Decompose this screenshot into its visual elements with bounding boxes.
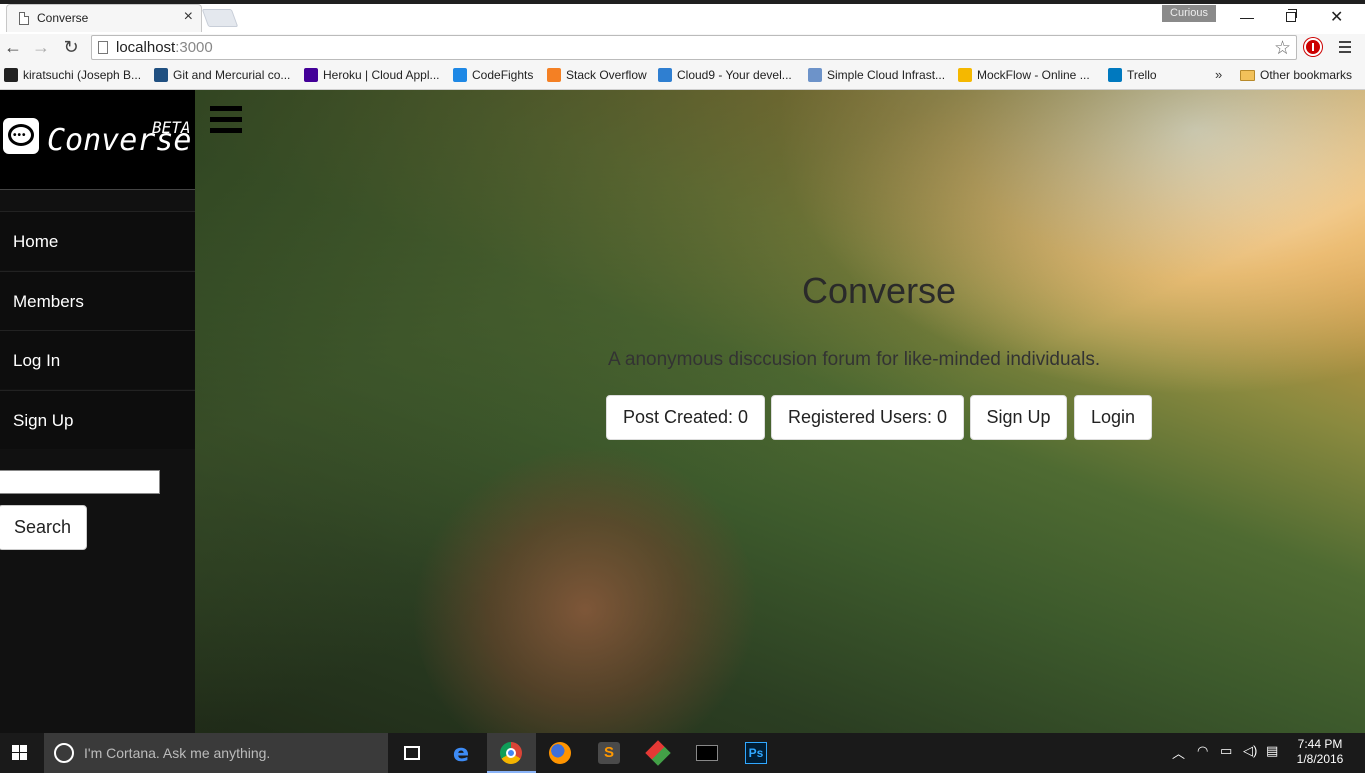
edge-icon[interactable]: e xyxy=(437,733,486,773)
bookmark-bitbucket[interactable]: Git and Mercurial co... xyxy=(154,68,290,82)
bookmark-label: MockFlow - Online ... xyxy=(977,68,1090,82)
cortana-search-box[interactable]: I'm Cortana. Ask me anything. xyxy=(44,733,388,773)
bookmark-mockflow[interactable]: MockFlow - Online ... xyxy=(958,68,1090,82)
bookmark-heroku[interactable]: Heroku | Cloud Appl... xyxy=(304,68,440,82)
notifications-icon[interactable]: ▤ xyxy=(1266,743,1278,759)
bookmark-digitalocean[interactable]: Simple Cloud Infrast... xyxy=(808,68,945,82)
cortana-icon xyxy=(54,743,74,763)
tray-chevron-icon[interactable]: ︿ xyxy=(1172,743,1185,762)
browser-titlebar: Converse × Curious ✕ xyxy=(0,0,1365,34)
bookmark-codefights[interactable]: CodeFights xyxy=(453,68,533,82)
page-info-icon[interactable] xyxy=(98,41,108,54)
page-icon xyxy=(19,12,29,25)
chrome-icon[interactable] xyxy=(487,733,536,773)
back-icon[interactable]: ← xyxy=(3,37,23,58)
mockflow-icon xyxy=(958,68,972,82)
sidebar-item-label: Home xyxy=(13,232,59,251)
forward-icon[interactable]: → xyxy=(31,37,51,58)
posts-created-button[interactable]: Post Created: 0 xyxy=(606,395,765,440)
sidebar-item-label: Sign Up xyxy=(13,411,74,430)
bookmark-trello[interactable]: Trello xyxy=(1108,68,1157,82)
extension-icon[interactable] xyxy=(1304,38,1322,56)
restore-icon[interactable] xyxy=(1286,9,1297,22)
sidebar-item-signup[interactable]: Sign Up xyxy=(0,390,195,449)
tab-title: Converse xyxy=(37,11,89,25)
firefox-icon[interactable] xyxy=(536,733,585,773)
bookmarks-overflow-button[interactable]: » xyxy=(1215,67,1222,82)
browser-menu-icon[interactable] xyxy=(1339,41,1351,56)
bookmark-label: Stack Overflow xyxy=(566,68,647,82)
browser-tab[interactable]: Converse × xyxy=(6,4,202,32)
search-button[interactable]: Search xyxy=(0,505,87,550)
minimize-icon[interactable] xyxy=(1240,18,1254,19)
codefights-icon xyxy=(453,68,467,82)
other-bookmarks-label: Other bookmarks xyxy=(1260,68,1353,82)
bookmark-label: Cloud9 - Your devel... xyxy=(677,68,792,82)
url-port: :3000 xyxy=(175,39,213,56)
other-bookmarks[interactable]: Other bookmarks xyxy=(1240,68,1352,82)
windows-taskbar: I'm Cortana. Ask me anything. e S Ps ︿ ◠… xyxy=(0,733,1365,773)
sidebar-item-members[interactable]: Members xyxy=(0,271,195,330)
clock-date: 1/8/2016 xyxy=(1296,752,1344,766)
new-tab-button[interactable] xyxy=(201,9,239,27)
wifi-icon[interactable]: ◠ xyxy=(1197,743,1208,759)
bookmark-label: CodeFights xyxy=(472,68,534,82)
sidebar-item-label: Log In xyxy=(13,351,61,370)
profile-badge[interactable]: Curious xyxy=(1162,5,1216,22)
reload-icon[interactable]: ↻ xyxy=(61,37,81,58)
taskbar-clock[interactable]: 7:44 PM 1/8/2016 xyxy=(1295,737,1345,767)
bookmark-cloud9[interactable]: Cloud9 - Your devel... xyxy=(658,68,792,82)
tab-close-icon[interactable]: × xyxy=(184,9,193,25)
page-viewport: ••• Converse BETA Home Members Log In Si… xyxy=(0,90,1365,733)
address-bar[interactable]: localhost:3000 ☆ xyxy=(91,35,1297,60)
start-button[interactable] xyxy=(0,733,44,773)
titlebar-border xyxy=(0,0,1365,4)
cloud-icon xyxy=(808,68,822,82)
photoshop-icon[interactable]: Ps xyxy=(732,733,781,773)
stackoverflow-icon xyxy=(547,68,561,82)
sidebar-item-login[interactable]: Log In xyxy=(0,330,195,389)
volume-icon[interactable]: ◁) xyxy=(1243,743,1257,759)
url-host: localhost xyxy=(116,39,176,56)
chat-bubble-icon: ••• xyxy=(3,118,39,154)
site-logo[interactable]: ••• Converse BETA xyxy=(0,90,195,190)
logo-beta-badge: BETA xyxy=(152,118,191,137)
bookmark-stackoverflow[interactable]: Stack Overflow xyxy=(547,68,647,82)
registered-users-button[interactable]: Registered Users: 0 xyxy=(771,395,964,440)
sublime-text-icon[interactable]: S xyxy=(585,733,634,773)
trello-icon xyxy=(1108,68,1122,82)
sidebar-item-label: Members xyxy=(13,292,84,311)
bookmarks-bar: kiratsuchi (Joseph B... Git and Mercuria… xyxy=(0,62,1365,90)
github-icon xyxy=(4,68,18,82)
bookmark-github[interactable]: kiratsuchi (Joseph B... xyxy=(4,68,141,82)
bookmark-star-icon[interactable]: ☆ xyxy=(1274,37,1291,60)
bookmark-label: Trello xyxy=(1127,68,1157,82)
terminal-icon[interactable] xyxy=(683,733,732,773)
cortana-placeholder: I'm Cortana. Ask me anything. xyxy=(84,745,271,761)
folder-icon xyxy=(1240,70,1255,81)
browser-toolbar: ← → ↻ localhost:3000 ☆ xyxy=(0,34,1365,62)
bookmark-label: Git and Mercurial co... xyxy=(173,68,291,82)
sidebar: ••• Converse BETA Home Members Log In Si… xyxy=(0,90,195,733)
clock-time: 7:44 PM xyxy=(1297,737,1343,751)
bookmark-label: Simple Cloud Infrast... xyxy=(827,68,946,82)
hero-signup-button[interactable]: Sign Up xyxy=(970,395,1067,440)
bitbucket-icon xyxy=(154,68,168,82)
hamburger-menu-icon[interactable] xyxy=(210,106,242,139)
search-input[interactable] xyxy=(0,470,160,494)
battery-icon[interactable]: ▭ xyxy=(1220,743,1232,759)
sidebar-item-home[interactable]: Home xyxy=(0,211,195,270)
windows-logo-icon xyxy=(12,745,28,761)
cloud9-icon xyxy=(658,68,672,82)
url-text[interactable]: localhost:3000 xyxy=(116,39,213,56)
hero-login-button[interactable]: Login xyxy=(1074,395,1152,440)
bookmark-label: Heroku | Cloud Appl... xyxy=(323,68,440,82)
task-view-icon[interactable] xyxy=(388,733,437,773)
gitkraken-icon[interactable] xyxy=(634,733,683,773)
hero-subtitle: A anonymous disccusion forum for like-mi… xyxy=(608,349,1101,370)
bookmark-label: kiratsuchi (Joseph B... xyxy=(23,68,142,82)
hero-title: Converse xyxy=(802,270,957,311)
window-close-icon[interactable]: ✕ xyxy=(1330,7,1343,27)
heroku-icon xyxy=(304,68,318,82)
